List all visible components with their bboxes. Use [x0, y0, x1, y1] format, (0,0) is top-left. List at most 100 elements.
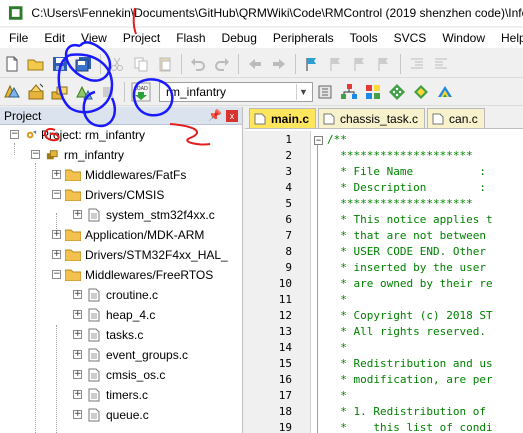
collapse-toggle-icon[interactable]: − — [10, 130, 19, 139]
close-panel-button[interactable]: x — [226, 109, 238, 122]
expand-toggle-icon[interactable]: + — [73, 310, 82, 319]
menu-help[interactable]: Help — [493, 28, 523, 48]
title-bar: C:\Users\Fennekin\Documents\GitHub\QRMWi… — [0, 0, 523, 26]
toolbar-separator — [124, 81, 125, 102]
project-panel: Project 📌 x − Project: rm_infantry − rm_… — [0, 107, 243, 433]
target-select[interactable]: rm_infantry ▼ — [159, 81, 313, 102]
tab-chassis-task-c[interactable]: chassis_task.c — [318, 108, 426, 128]
code-line: * 1. Redistribution of — [327, 405, 486, 418]
unindent-icon[interactable] — [431, 54, 451, 74]
menu-project[interactable]: Project — [115, 28, 168, 48]
nav-forward-icon[interactable] — [269, 54, 289, 74]
project-panel-header: Project 📌 x — [0, 107, 242, 125]
stop-build-icon[interactable] — [98, 82, 118, 102]
open-folder-icon[interactable] — [26, 54, 46, 74]
undo-icon[interactable] — [188, 54, 208, 74]
expand-toggle-icon[interactable]: + — [73, 370, 82, 379]
code-line: * USER CODE END. Other — [327, 245, 486, 258]
save-all-icon[interactable] — [74, 54, 94, 74]
file-extensions-icon[interactable] — [339, 82, 359, 102]
load-download-icon[interactable]: LOAD — [131, 82, 151, 102]
line-number: 13 — [278, 325, 292, 338]
tree-label: event_groups.c — [106, 347, 189, 362]
toolbar-separator — [295, 53, 296, 74]
batch-build-icon[interactable] — [74, 82, 94, 102]
tree-row-project[interactable]: − Project: rm_infantry — [10, 125, 253, 144]
indent-icon[interactable] — [407, 54, 427, 74]
target-icon — [46, 149, 58, 159]
copy-icon[interactable] — [131, 54, 151, 74]
editor-tabs: main.c chassis_task.c can.c — [245, 107, 523, 129]
chevron-down-icon[interactable]: ▼ — [296, 83, 310, 100]
line-number: 5 — [285, 197, 292, 210]
line-number: 2 — [285, 149, 292, 162]
menu-view[interactable]: View — [73, 28, 115, 48]
tab-label: can.c — [449, 111, 478, 126]
green-dice-icon[interactable] — [387, 82, 407, 102]
rebuild-icon[interactable] — [50, 82, 70, 102]
menu-flash[interactable]: Flash — [168, 28, 213, 48]
bookmark-flag-icon[interactable] — [302, 54, 322, 74]
save-icon[interactable] — [50, 54, 70, 74]
menu-debug[interactable]: Debug — [214, 28, 265, 48]
expand-toggle-icon[interactable]: + — [73, 350, 82, 359]
pin-icon[interactable]: 📌 — [208, 109, 222, 122]
menu-window[interactable]: Window — [434, 28, 493, 48]
build-icon[interactable] — [26, 82, 46, 102]
collapse-toggle-icon[interactable]: − — [31, 150, 40, 159]
code-line: * modification, are per — [327, 373, 493, 386]
tree-label: Middlewares/FatFs — [85, 167, 187, 182]
next-bookmark-icon[interactable] — [350, 54, 370, 74]
code-line: * that are not between — [327, 229, 486, 242]
line-number: 14 — [278, 341, 292, 354]
folder-open-icon — [65, 189, 81, 201]
code-line: * inserted by the user — [327, 261, 486, 274]
nav-back-icon[interactable] — [245, 54, 265, 74]
redo-icon[interactable] — [212, 54, 232, 74]
target-select-value: rm_infantry — [166, 84, 227, 99]
code-text[interactable]: /** ******************** * File Name : *… — [311, 131, 523, 433]
software-packs-icon[interactable] — [435, 82, 455, 102]
tree-label: system_stm32f4xx.c — [106, 207, 215, 222]
code-area[interactable]: − 1 2 3 4 5 6 7 8 9 10 11 12 13 14 15 16 17 18 19 /** ****… — [245, 131, 523, 433]
translate-icon[interactable] — [2, 82, 22, 102]
clear-bookmarks-icon[interactable] — [374, 54, 394, 74]
prev-bookmark-icon[interactable] — [326, 54, 346, 74]
pack-installer-icon[interactable] — [411, 82, 431, 102]
expand-toggle-icon[interactable]: + — [73, 390, 82, 399]
manage-components-icon[interactable] — [363, 82, 383, 102]
paste-icon[interactable] — [155, 54, 175, 74]
menu-svcs[interactable]: SVCS — [386, 28, 435, 48]
cut-icon[interactable] — [107, 54, 127, 74]
tree-label: queue.c — [106, 407, 149, 422]
target-options-icon[interactable] — [315, 82, 335, 102]
expand-toggle-icon[interactable]: + — [73, 330, 82, 339]
menu-tools[interactable]: Tools — [342, 28, 386, 48]
expand-toggle-icon[interactable]: + — [52, 250, 61, 259]
expand-toggle-icon[interactable]: + — [52, 170, 61, 179]
tree-label: rm_infantry — [64, 147, 125, 162]
tab-can-c[interactable]: can.c — [427, 108, 485, 128]
menu-edit[interactable]: Edit — [36, 28, 73, 48]
menu-file[interactable]: File — [0, 28, 36, 48]
toolbar-separator — [400, 53, 401, 74]
fold-guide — [317, 145, 318, 433]
collapse-toggle-icon[interactable]: − — [52, 270, 61, 279]
tree-row-target[interactable]: − rm_infantry — [31, 145, 274, 164]
folder-open-icon — [65, 269, 81, 281]
expand-toggle-icon[interactable]: + — [73, 410, 82, 419]
tree-label: timers.c — [106, 387, 148, 402]
tree-label: Drivers/CMSIS — [85, 187, 165, 202]
folder-icon — [65, 229, 81, 241]
expand-toggle-icon[interactable]: + — [73, 290, 82, 299]
expand-toggle-icon[interactable]: + — [52, 230, 61, 239]
collapse-toggle-icon[interactable]: − — [52, 190, 61, 199]
menu-peripherals[interactable]: Peripherals — [265, 28, 342, 48]
tab-label: chassis_task.c — [340, 111, 419, 126]
line-number: 7 — [285, 229, 292, 242]
tab-main-c[interactable]: main.c — [249, 108, 317, 128]
file-toolbar — [0, 50, 523, 78]
expand-toggle-icon[interactable]: + — [73, 210, 82, 219]
code-line: * this list of condi — [327, 421, 493, 433]
new-file-icon[interactable] — [2, 54, 22, 74]
